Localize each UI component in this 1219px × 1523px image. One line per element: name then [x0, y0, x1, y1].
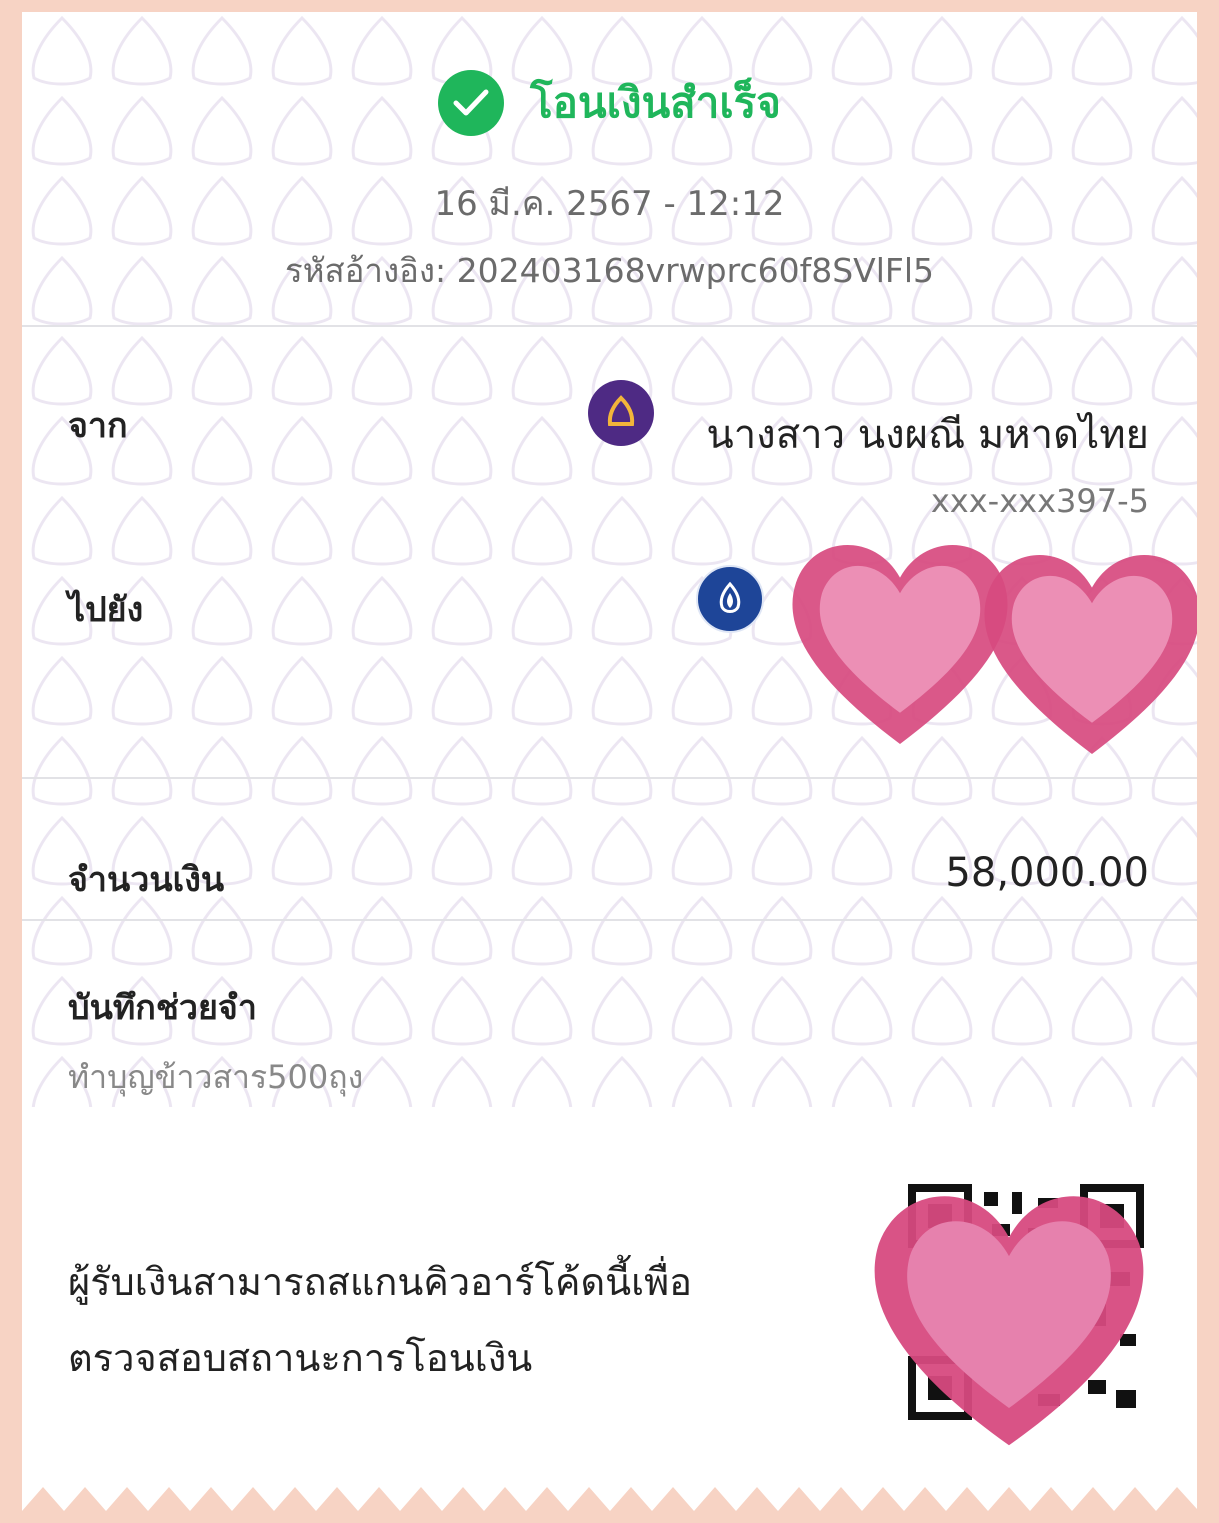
- reference-line: รหัสอ้างอิง: 202403168vrwprc60f8SVlFl5: [22, 244, 1197, 297]
- reference-id: 202403168vrwprc60f8SVlFl5: [456, 251, 935, 290]
- receipt-edge: [22, 1487, 1197, 1523]
- to-bank-logo-icon: [696, 565, 764, 633]
- transfer-datetime: 16 มี.ค. 2567 - 12:12: [434, 184, 785, 224]
- memo-label: บันทึกช่วยจำ: [68, 988, 257, 1028]
- success-header: โอนเงินสำเร็จ: [22, 70, 1197, 136]
- qr-instruction-line: ตรวจสอบสถานะการโอนเงิน: [68, 1336, 533, 1380]
- amount-label: จำนวนเงิน: [68, 860, 225, 900]
- divider: [22, 325, 1197, 327]
- reference-label: รหัสอ้างอิง:: [284, 251, 447, 290]
- divider: [22, 919, 1197, 921]
- heart-sticker-icon: [874, 1196, 1144, 1446]
- amount-value: 58,000.00: [945, 850, 1149, 896]
- qr-instruction: ผู้รับเงินสามารถสแกนคิวอาร์โค้ดนี้เพื่อ …: [68, 1244, 788, 1396]
- check-icon: [438, 70, 505, 136]
- from-label: จาก: [68, 406, 128, 446]
- status-title: โอนเงินสำเร็จ: [530, 78, 781, 127]
- heart-sticker-icon: [984, 555, 1197, 754]
- divider: [22, 777, 1197, 779]
- to-label: ไปยัง: [68, 590, 144, 630]
- memo-text: ทำบุญข้าวสาร500ถุง: [68, 1058, 364, 1096]
- qr-instruction-line: ผู้รับเงินสามารถสแกนคิวอาร์โค้ดนี้เพื่อ: [68, 1260, 692, 1304]
- transfer-slip: โอนเงินสำเร็จ 16 มี.ค. 2567 - 12:12 รหัส…: [22, 12, 1197, 1523]
- from-bank-logo-icon: [588, 380, 654, 446]
- from-account-name: นางสาว นงผณี มหาดไทย: [706, 412, 1149, 458]
